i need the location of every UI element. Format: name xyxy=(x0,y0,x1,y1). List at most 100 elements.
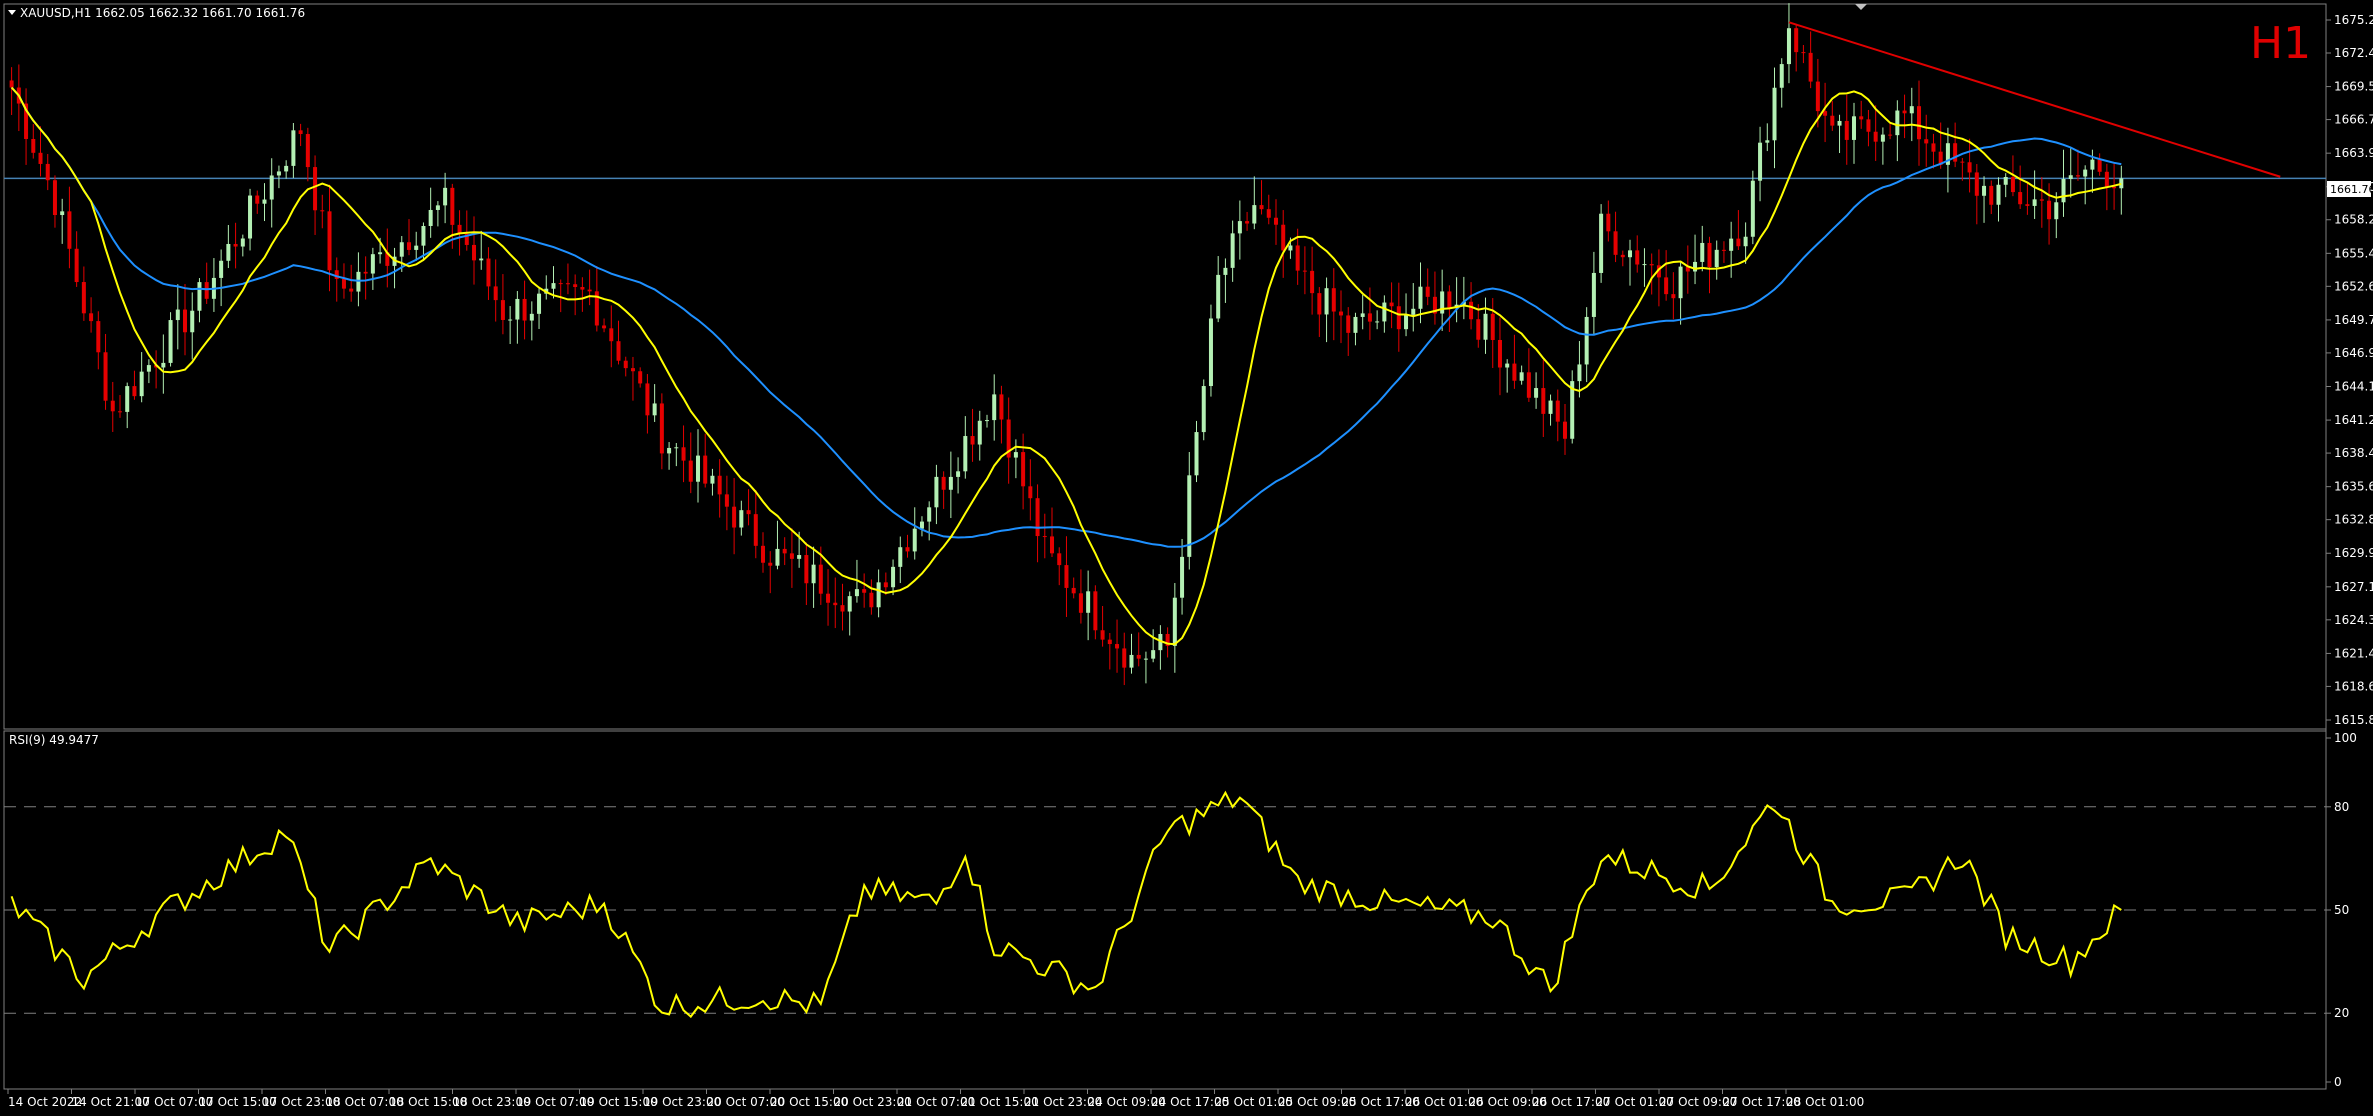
candle-body xyxy=(616,341,621,361)
candle-body xyxy=(623,360,628,369)
candle-body xyxy=(826,593,831,603)
candle-body xyxy=(1649,264,1654,266)
candle-body xyxy=(818,564,823,594)
candle-body xyxy=(587,289,592,292)
price-tick-label: 1669.55 xyxy=(2334,80,2373,94)
candle-body xyxy=(435,205,440,210)
candle-body xyxy=(89,313,94,322)
candle-body xyxy=(1122,648,1127,668)
candle-body xyxy=(486,258,491,287)
candle-body xyxy=(1107,639,1112,645)
candle-body xyxy=(320,210,325,212)
candle-body xyxy=(1057,553,1062,566)
candle-body xyxy=(1021,452,1026,487)
candle-body xyxy=(255,195,260,204)
candle-body xyxy=(667,447,672,454)
candle-body xyxy=(1815,81,1820,112)
candle-body xyxy=(1050,536,1055,554)
candle-body xyxy=(1772,87,1777,141)
candle-body xyxy=(313,167,318,211)
candle-body xyxy=(1909,106,1914,114)
candle-body xyxy=(52,180,57,216)
candle-body xyxy=(1411,308,1416,315)
candle-body xyxy=(956,471,961,477)
candle-body xyxy=(1620,254,1625,258)
candle-body xyxy=(1844,120,1849,140)
candle-body xyxy=(1606,213,1611,232)
candle-body xyxy=(1281,224,1286,251)
candle-body xyxy=(1591,272,1596,317)
candle-body xyxy=(724,494,729,507)
candle-body xyxy=(204,282,209,299)
candle-body xyxy=(753,514,758,546)
candle-body xyxy=(992,394,997,421)
candle-body xyxy=(681,447,686,461)
price-tick-label: 1646.95 xyxy=(2334,346,2373,360)
candle-body xyxy=(1534,388,1539,398)
candle-body xyxy=(190,310,195,333)
candle-body xyxy=(1628,250,1633,258)
candle-body xyxy=(638,371,643,384)
candle-body xyxy=(609,328,614,342)
candle-body xyxy=(1707,242,1712,268)
rsi-axis-ticks: 100 80 50 20 0 xyxy=(2326,731,2357,1089)
candle-body xyxy=(508,319,513,321)
candle-body xyxy=(1880,134,1885,142)
candle-body xyxy=(1346,315,1351,333)
candle-body xyxy=(1339,311,1344,316)
candle-body xyxy=(450,187,455,225)
candle-body xyxy=(1064,565,1069,588)
candle-body xyxy=(1721,249,1726,251)
candle-body xyxy=(840,605,845,612)
candle-body xyxy=(378,252,383,255)
candle-body xyxy=(45,163,50,181)
timeframe-label: H1 xyxy=(2250,18,2311,69)
candle-body xyxy=(1237,221,1242,234)
candle-body xyxy=(515,298,520,320)
candle-body xyxy=(948,476,953,490)
price-tick-label: 1624.30 xyxy=(2334,613,2373,627)
rsi-tick-label: 0 xyxy=(2334,1075,2342,1089)
candle-body xyxy=(1115,644,1120,649)
candle-body xyxy=(1635,250,1640,265)
candle-body xyxy=(443,187,448,206)
candle-body xyxy=(356,271,361,292)
candle-body xyxy=(175,309,180,321)
candle-body xyxy=(9,80,14,88)
candle-body xyxy=(276,171,281,176)
candle-body xyxy=(1418,286,1423,309)
candle-body xyxy=(746,510,751,515)
candle-body xyxy=(2039,199,2044,201)
candle-body xyxy=(1808,52,1813,82)
candle-body xyxy=(1201,386,1206,433)
candle-body xyxy=(146,365,151,372)
candle-body xyxy=(1794,28,1799,53)
candle-body xyxy=(1526,372,1531,398)
candle-body xyxy=(529,313,534,321)
candle-body xyxy=(240,238,245,247)
candle-body xyxy=(674,447,679,449)
candle-body xyxy=(1028,486,1033,499)
candle-body xyxy=(1505,363,1510,368)
candle-body xyxy=(602,325,607,329)
candle-body xyxy=(963,436,968,472)
candle-body xyxy=(1035,498,1040,537)
candle-body xyxy=(60,211,65,216)
candle-body xyxy=(688,460,693,482)
candle-body xyxy=(117,411,122,413)
candle-body xyxy=(67,211,72,249)
price-tick-label: 1618.65 xyxy=(2334,679,2373,693)
candle-body xyxy=(1245,221,1250,224)
candle-body xyxy=(1700,242,1705,262)
candle-body xyxy=(81,282,86,314)
candle-body xyxy=(1931,143,1936,152)
candle-body xyxy=(789,553,794,559)
candle-body xyxy=(768,562,773,566)
candle-body xyxy=(1765,140,1770,143)
candle-body xyxy=(2003,177,2008,185)
candle-body xyxy=(2090,159,2095,170)
candle-body xyxy=(74,248,79,283)
candle-body xyxy=(168,320,173,363)
candle-body xyxy=(703,455,708,484)
candle-body xyxy=(1360,313,1365,317)
